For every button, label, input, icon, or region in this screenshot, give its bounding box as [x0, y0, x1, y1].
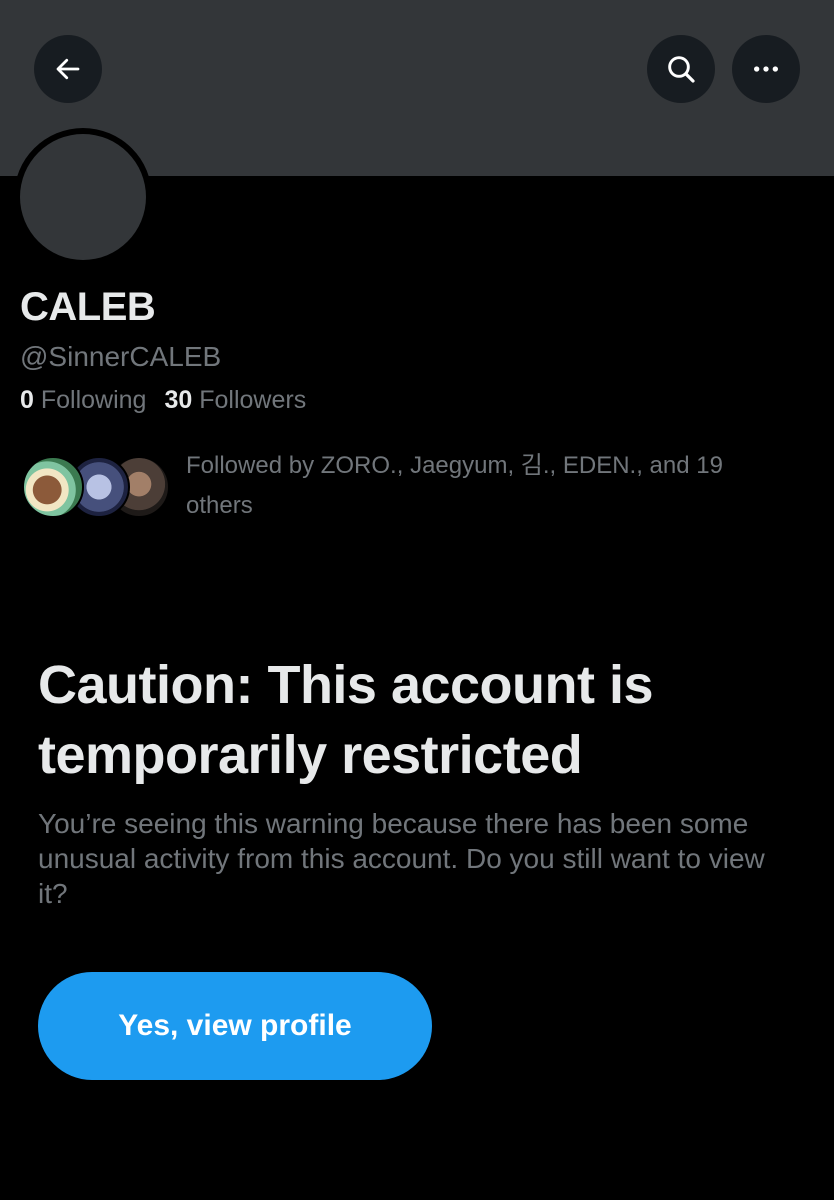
- following-label: Following: [40, 386, 147, 414]
- followers-count: 30: [164, 386, 193, 414]
- follower-avatar: [22, 456, 84, 518]
- back-button[interactable]: [34, 35, 102, 103]
- avatar[interactable]: [20, 134, 146, 260]
- search-button[interactable]: [647, 35, 715, 103]
- follow-stats: 0 Following 30 Followers: [20, 386, 306, 415]
- followers-label: Followers: [199, 386, 307, 414]
- more-options-button[interactable]: [732, 35, 800, 103]
- followers-link[interactable]: 30 Followers: [164, 386, 306, 415]
- warning-description: You’re seeing this warning because there…: [38, 808, 765, 909]
- arrow-left-icon: [56, 58, 80, 80]
- profile-avatar-ring[interactable]: [14, 128, 152, 266]
- following-link[interactable]: 0 Following: [20, 386, 146, 415]
- search-icon: [668, 56, 695, 83]
- followers-you-know-text[interactable]: Followed by ZORO., Jaegyum, 김., EDEN., a…: [186, 446, 786, 526]
- display-name: CALEB: [20, 285, 156, 329]
- user-handle: @SinnerCALEB: [20, 341, 222, 372]
- more-horizontal-icon: [754, 66, 778, 72]
- warning-title: Caution: This account is temporarily res…: [38, 655, 654, 785]
- following-count: 0: [20, 386, 34, 414]
- followers-you-know-avatars[interactable]: [22, 456, 172, 518]
- view-profile-button[interactable]: Yes, view profile: [38, 972, 432, 1080]
